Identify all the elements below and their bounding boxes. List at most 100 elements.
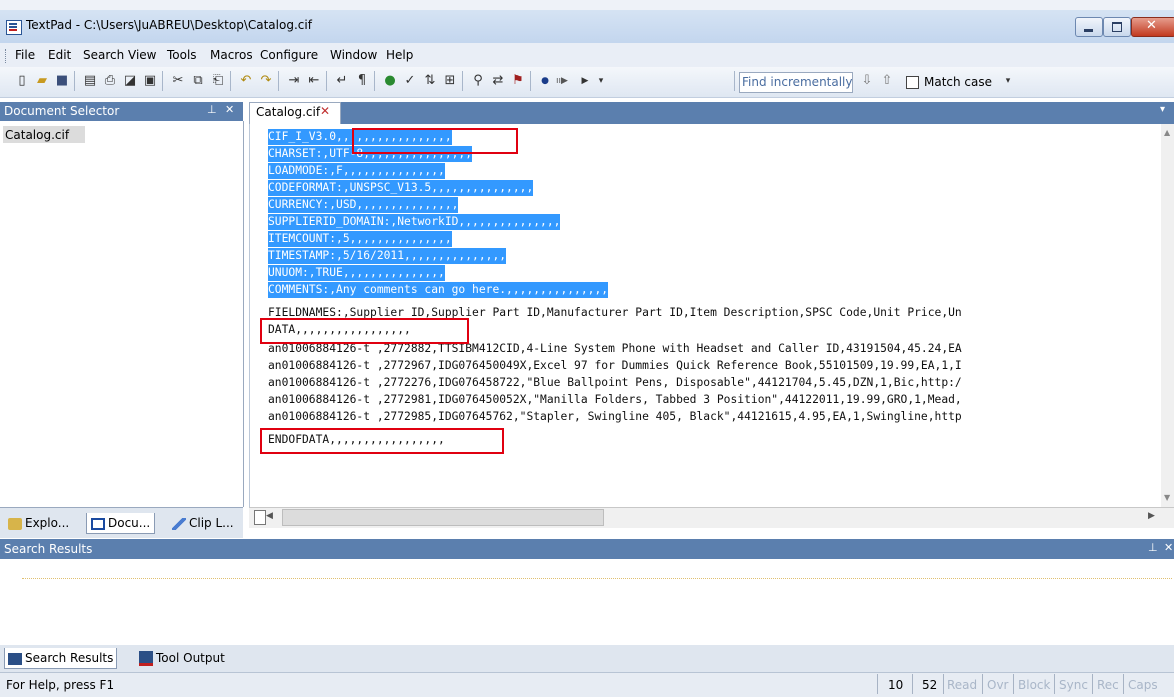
compare-icon[interactable]: ⊞ [442,73,458,89]
tab-tool-output[interactable]: Tool Output [136,648,228,668]
tab-list-dropdown-icon[interactable]: ▾ [1160,104,1165,115]
code-line[interactable]: COMMENTS:,Any comments can go here.,,,,,… [268,282,609,298]
menu-window[interactable]: Window [330,48,377,62]
status-block: Block [1018,678,1051,692]
find-next-down-icon[interactable]: ⇩ [859,73,875,89]
pause-macro-icon[interactable]: ıı▶ [554,73,570,89]
play-macro-icon[interactable]: ▶ [577,73,593,89]
word-wrap-icon[interactable]: ↵ [334,73,350,89]
menu-search[interactable]: Search [83,48,124,62]
document-selector-title: Document Selector [4,104,120,118]
close-tab-icon[interactable]: ✕ [320,104,330,118]
status-separator [877,674,878,694]
tab-search-results-label: Search Results [25,651,114,665]
vertical-scrollbar[interactable] [1161,124,1174,507]
cut-icon[interactable]: ✂ [170,73,186,89]
tab-clip-library-label: Clip L... [189,516,234,530]
close-pane-icon[interactable]: ✕ [225,103,234,116]
print-icon[interactable]: ⎙ [102,73,118,89]
menu-help[interactable]: Help [386,48,413,62]
tab-explorer[interactable]: Explo... [4,513,73,533]
status-separator [943,674,944,694]
code-line[interactable]: an01006884126-t ,2772981,IDG076450052X,"… [268,392,962,408]
record-macro-icon[interactable]: ● [537,73,553,89]
status-read: Read [947,678,978,692]
menu-view[interactable]: View [128,48,156,62]
status-help-text: For Help, press F1 [6,678,115,692]
toolbar-separator [278,71,279,91]
tab-document-selector[interactable]: Docu... [86,513,156,534]
spelling-icon[interactable]: ✓ [402,73,418,89]
code-line[interactable]: CURRENCY:,USD,,,,,,,,,,,,,,, [268,197,459,213]
sort-icon[interactable]: ⇅ [422,73,438,89]
status-separator [1013,674,1014,694]
close-window-button[interactable] [1131,17,1174,37]
pin-icon[interactable]: ⊥ [1148,541,1158,554]
match-case-label: Match case [924,75,993,89]
match-case-checkbox[interactable] [906,76,919,89]
print-preview-icon[interactable]: ◪ [122,73,138,89]
find-icon[interactable]: ⚲ [470,73,486,89]
paste-icon[interactable]: ⎗ [210,73,226,89]
code-line[interactable]: SUPPLIERID_DOMAIN:,NetworkID,,,,,,,,,,,,… [268,214,561,230]
scroll-right-icon[interactable]: ▶ [1148,511,1155,521]
save-icon[interactable]: ■ [54,73,70,89]
toolbar-separator [230,71,231,91]
code-line[interactable]: UNUOM:,TRUE,,,,,,,,,,,,,,, [268,265,445,281]
copy-icon[interactable]: ⧉ [190,73,206,89]
horizontal-scroll-thumb[interactable] [282,509,604,526]
close-pane-icon[interactable]: ✕ [1164,541,1173,554]
find-toolbar-overflow-icon[interactable]: ▾ [1000,73,1016,89]
replace-icon[interactable]: ⇄ [490,73,506,89]
code-line[interactable]: ITEMCOUNT:,5,,,,,,,,,,,,,,, [268,231,452,247]
tab-clip-library[interactable]: Clip L... [168,513,238,533]
search-results-title: Search Results [4,542,93,556]
menu-macros[interactable]: Macros [210,48,253,62]
toolbar-separator [326,71,327,91]
code-line[interactable]: an01006884126-t ,2772967,IDG076450049X,E… [268,358,962,374]
search-results-divider [22,578,1172,579]
status-rec: Rec [1097,678,1119,692]
code-line[interactable]: TIMESTAMP:,5/16/2011,,,,,,,,,,,,,,, [268,248,507,264]
status-separator [1054,674,1055,694]
maximize-button[interactable] [1103,17,1131,37]
redo-icon[interactable]: ↷ [258,73,274,89]
new-file-icon[interactable]: ▯ [14,73,30,89]
split-box[interactable] [254,510,266,525]
menu-tools[interactable]: Tools [167,48,197,62]
toolbar-separator [462,71,463,91]
outdent-icon[interactable]: ⇤ [306,73,322,89]
code-line[interactable]: LOADMODE:,F,,,,,,,,,,,,,,, [268,163,445,179]
status-ovr: Ovr [987,678,1009,692]
save-all-icon[interactable]: ▤ [82,73,98,89]
scroll-up-icon[interactable]: ▲ [1164,128,1170,137]
browser-icon[interactable]: ● [382,73,398,89]
clip-library-icon [172,517,186,530]
undo-icon[interactable]: ↶ [238,73,254,89]
indent-icon[interactable]: ⇥ [286,73,302,89]
toolbar-separator [530,71,531,91]
toolbar-overflow-icon[interactable]: ▾ [593,73,609,89]
pin-icon[interactable]: ⊥ [207,103,217,116]
menubar-grip[interactable] [5,49,8,63]
status-column-number: 52 [922,678,938,692]
page-setup-icon[interactable]: ▣ [142,73,158,89]
open-folder-icon[interactable]: ▰ [34,73,50,89]
minimize-button[interactable] [1075,17,1103,37]
code-line[interactable]: an01006884126-t ,2772985,IDG07645762,"St… [268,409,962,425]
code-line[interactable]: CODEFORMAT:,UNSPSC_V13.5,,,,,,,,,,,,,,, [268,180,534,196]
status-caps: Caps [1128,678,1158,692]
find-previous-up-icon[interactable]: ⇧ [879,73,895,89]
scroll-left-icon[interactable]: ◀ [266,511,273,521]
visible-spaces-icon[interactable]: ¶ [354,73,370,89]
scroll-down-icon[interactable]: ▼ [1164,493,1170,502]
tab-document-selector-label: Docu... [108,516,151,530]
tab-search-results[interactable]: Search Results [4,648,118,669]
find-in-files-icon[interactable]: ⚑ [510,73,526,89]
code-line[interactable]: an01006884126-t ,2772276,IDG076458722,"B… [268,375,962,391]
menu-configure[interactable]: Configure [260,48,318,62]
menu-file[interactable]: File [15,48,35,62]
document-selector-list [0,121,244,507]
menu-edit[interactable]: Edit [48,48,71,62]
status-sync: Sync [1059,678,1088,692]
